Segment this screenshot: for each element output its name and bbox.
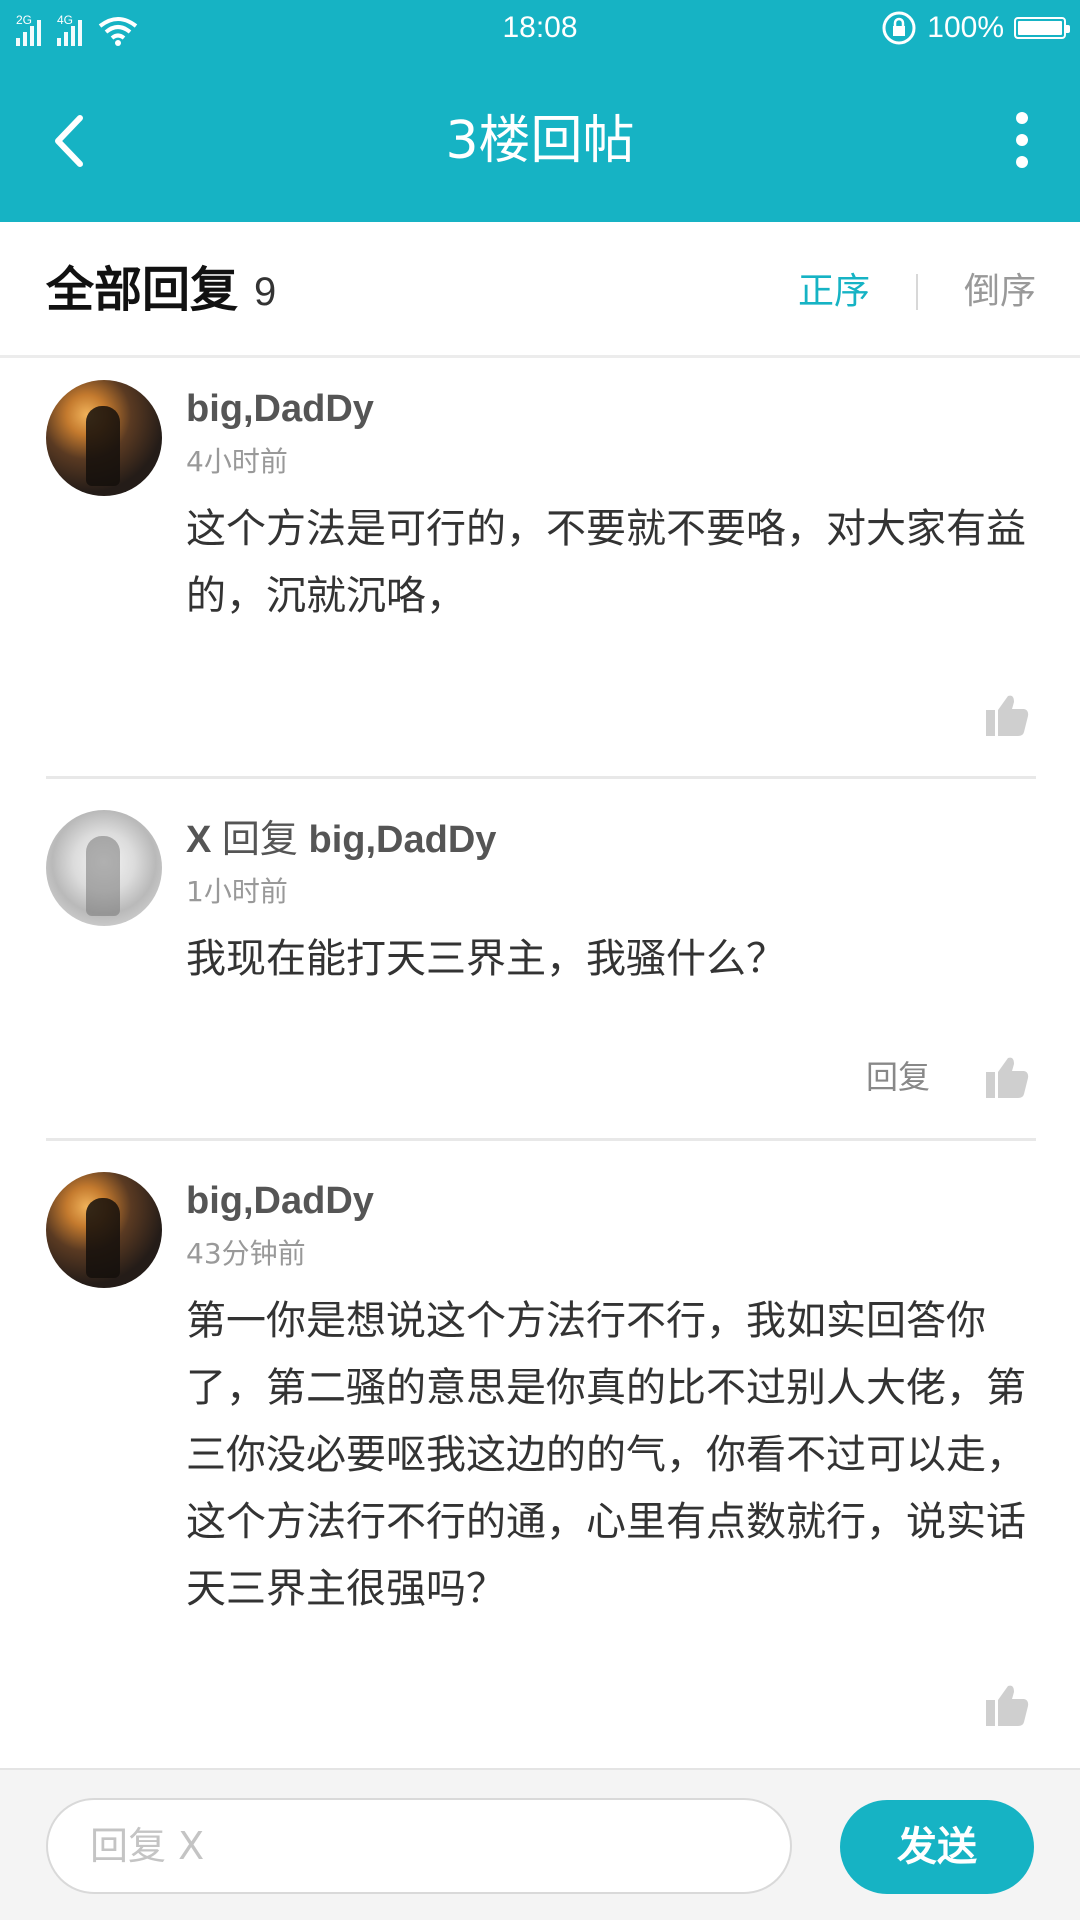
divider [46,776,1036,779]
reply-item: big,DadDy 43分钟前 第一你是想说这个方法行不行，我如实回答你了，第二… [46,1172,1036,1732]
avatar[interactable] [46,810,162,926]
author-name[interactable]: big,DadDy [186,380,374,438]
thumbs-up-icon[interactable] [984,1054,1030,1100]
app-bar: 3楼回帖 [0,56,1080,222]
post-content: 我现在能打天三界主，我骚什么？ [186,936,786,982]
page-title: 3楼回帖 [445,111,635,171]
rotation-lock-icon [882,11,916,45]
status-right: 100% [881,8,1070,48]
battery-icon [1014,17,1070,39]
post-time: 1小时前 [186,875,288,908]
divider [46,1138,1036,1141]
reply-word: 回复 [221,817,298,861]
reply-input-bar: 回复 X 发送 [0,1768,1080,1920]
send-button[interactable]: 发送 [840,1800,1034,1894]
reply-author[interactable]: X [186,819,211,861]
thumbs-up-icon[interactable] [984,1682,1030,1728]
replies-header: 全部回复 9 正序 倒序 [0,222,1080,358]
avatar[interactable] [46,380,162,496]
post-time: 4小时前 [186,445,288,478]
sort-descending-button[interactable]: 倒序 [964,266,1036,318]
reply-item: X 回复 big,DadDy 1小时前 我现在能打天三界主，我骚什么？ 回复 [46,810,1036,1110]
avatar[interactable] [46,1172,162,1288]
replies-count: 9 [254,270,277,314]
post-content: 这个方法是可行的，不要就不要咯，对大家有益的，沉就沉咯， [186,506,1026,619]
reply-input[interactable]: 回复 X [46,1798,792,1894]
reply-item: big,DadDy 4小时前 这个方法是可行的，不要就不要咯，对大家有益的，沉就… [46,380,1036,740]
thumbs-up-icon[interactable] [984,692,1030,738]
replies-title: 全部回复 [46,262,239,318]
sort-toggle: 正序 倒序 [798,266,1036,318]
sort-ascending-button[interactable]: 正序 [798,266,870,318]
post-content: 第一你是想说这个方法行不行，我如实回答你了，第二骚的意思是你真的比不过别人大佬，… [186,1298,1026,1612]
battery-percentage: 100% [927,11,1004,44]
author-name[interactable]: X 回复 big,DadDy [186,810,496,869]
more-vertical-icon[interactable] [1010,112,1034,168]
post-time: 43分钟前 [186,1237,306,1270]
status-bar: 2G 4G 18:08 100% [0,0,1080,56]
reply-to-author[interactable]: big,DadDy [309,819,497,861]
sort-divider [915,274,918,310]
reply-button[interactable]: 回复 [866,1054,930,1100]
author-name[interactable]: big,DadDy [186,1172,374,1230]
